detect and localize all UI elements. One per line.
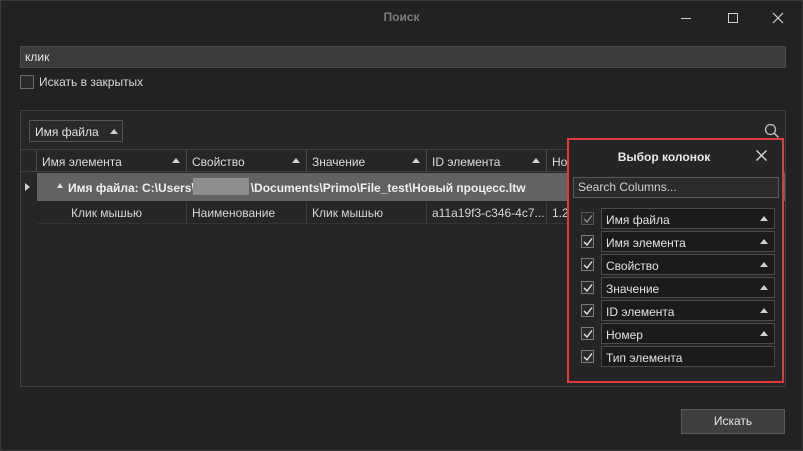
column-chooser-field[interactable]: Тип элемента xyxy=(601,346,775,367)
sort-ascending-icon[interactable] xyxy=(760,285,768,290)
sort-ascending-icon[interactable] xyxy=(760,239,768,244)
title-bar: Поиск xyxy=(1,1,802,35)
column-chooser-item[interactable]: Тип элемента xyxy=(569,346,782,368)
cell-text: Наименование xyxy=(192,206,276,220)
group-by-label: Имя файла xyxy=(35,125,99,139)
column-search-input[interactable]: Search Columns... xyxy=(573,177,779,198)
minimize-button[interactable] xyxy=(674,7,698,29)
table-cell: Клик мышью xyxy=(307,202,427,224)
column-chooser-label: Свойство xyxy=(606,259,659,273)
group-by-chip[interactable]: Имя файла xyxy=(29,120,123,142)
column-chooser-label: Имя элемента xyxy=(606,236,686,250)
group-row-text: Имя файла: C:\Users\ \Documents\Primo\Fil… xyxy=(68,181,526,195)
sort-ascending-icon[interactable] xyxy=(532,158,540,163)
header-indicator-cell xyxy=(21,150,37,172)
checkmark-icon xyxy=(583,284,593,293)
column-chooser-item[interactable]: Имя элемента xyxy=(569,231,782,253)
search-dialog: Поиск клик Искать в закрытых Имя файла И… xyxy=(0,0,803,451)
search-closed-checkbox[interactable] xyxy=(20,75,34,89)
column-visibility-checkbox xyxy=(581,212,594,225)
group-row-prefix: Имя файла: C:\Users\ xyxy=(68,181,195,195)
current-row-indicator-icon xyxy=(25,183,30,191)
column-chooser-item[interactable]: Номер xyxy=(569,323,782,345)
table-cell: a11a19f3-c346-4c7... xyxy=(427,202,547,224)
checkmark-icon xyxy=(583,353,593,362)
close-button[interactable] xyxy=(766,7,790,29)
column-chooser-item[interactable]: Значение xyxy=(569,277,782,299)
column-visibility-checkbox[interactable] xyxy=(581,304,594,317)
column-header-label: ID элемента xyxy=(432,155,501,169)
column-visibility-checkbox[interactable] xyxy=(581,258,594,271)
column-header-element-id[interactable]: ID элемента xyxy=(427,150,547,172)
sort-ascending-icon[interactable] xyxy=(760,308,768,313)
column-visibility-checkbox[interactable] xyxy=(581,235,594,248)
cell-text: Клик мышью xyxy=(71,206,143,220)
minimize-icon xyxy=(681,18,691,19)
column-header-label: Значение xyxy=(312,155,366,169)
close-icon[interactable] xyxy=(755,149,768,162)
table-cell: Наименование xyxy=(187,202,307,224)
column-chooser-title: Выбор колонок xyxy=(617,150,711,164)
checkmark-icon xyxy=(583,215,593,224)
column-chooser-item[interactable]: ID элемента xyxy=(569,300,782,322)
column-visibility-checkbox[interactable] xyxy=(581,350,594,363)
column-header-label: Свойство xyxy=(192,155,245,169)
column-header-value[interactable]: Значение xyxy=(307,150,427,172)
sort-ascending-icon[interactable] xyxy=(172,158,180,163)
sort-ascending-icon[interactable] xyxy=(760,216,768,221)
sort-ascending-icon[interactable] xyxy=(760,331,768,336)
checkmark-icon xyxy=(583,307,593,316)
search-input[interactable]: клик xyxy=(20,46,786,68)
column-chooser-label: Номер xyxy=(606,328,643,342)
redacted-username xyxy=(193,178,249,195)
column-chooser-field[interactable]: Свойство xyxy=(601,254,775,275)
maximize-button[interactable] xyxy=(721,7,745,29)
column-chooser-field[interactable]: Значение xyxy=(601,277,775,298)
column-chooser-label: ID элемента xyxy=(606,305,675,319)
sort-ascending-icon[interactable] xyxy=(412,158,420,163)
search-closed-label: Искать в закрытых xyxy=(39,75,144,89)
search-button[interactable]: Искать xyxy=(681,409,785,434)
cell-text: Клик мышью xyxy=(312,206,384,220)
sort-ascending-icon[interactable] xyxy=(292,158,300,163)
checkmark-icon xyxy=(583,261,593,270)
column-header-property[interactable]: Свойство xyxy=(187,150,307,172)
column-chooser-item[interactable]: Свойство xyxy=(569,254,782,276)
table-cell: Клик мышью xyxy=(37,202,187,224)
column-chooser-field[interactable]: Номер xyxy=(601,323,775,344)
column-header-element-name[interactable]: Имя элемента xyxy=(37,150,187,172)
sort-ascending-icon[interactable] xyxy=(760,262,768,267)
column-visibility-checkbox[interactable] xyxy=(581,281,594,294)
group-row-suffix: \Documents\Primo\File_test\Новый процесс… xyxy=(250,181,526,195)
close-icon xyxy=(772,12,784,24)
column-chooser-label: Значение xyxy=(606,282,660,296)
cell-text: a11a19f3-c346-4c7... xyxy=(432,206,545,220)
collapse-icon[interactable] xyxy=(57,183,63,188)
column-chooser-item[interactable]: Имя файла xyxy=(569,208,782,230)
column-header-label: Но xyxy=(552,155,568,169)
column-header-label: Имя элемента xyxy=(42,155,122,169)
checkmark-icon xyxy=(583,330,593,339)
checkmark-icon xyxy=(583,238,593,247)
column-visibility-checkbox[interactable] xyxy=(581,327,594,340)
column-chooser-field[interactable]: Имя элемента xyxy=(601,231,775,252)
column-chooser-panel: Выбор колонок Search Columns... Имя файл… xyxy=(567,138,784,383)
column-chooser-field[interactable]: ID элемента xyxy=(601,300,775,321)
sort-ascending-icon[interactable] xyxy=(110,129,118,134)
search-icon[interactable] xyxy=(764,123,780,139)
column-chooser-label: Тип элемента xyxy=(606,351,683,365)
column-chooser-label: Имя файла xyxy=(606,213,670,227)
column-chooser-field[interactable]: Имя файла xyxy=(601,208,775,229)
maximize-icon xyxy=(728,13,738,23)
